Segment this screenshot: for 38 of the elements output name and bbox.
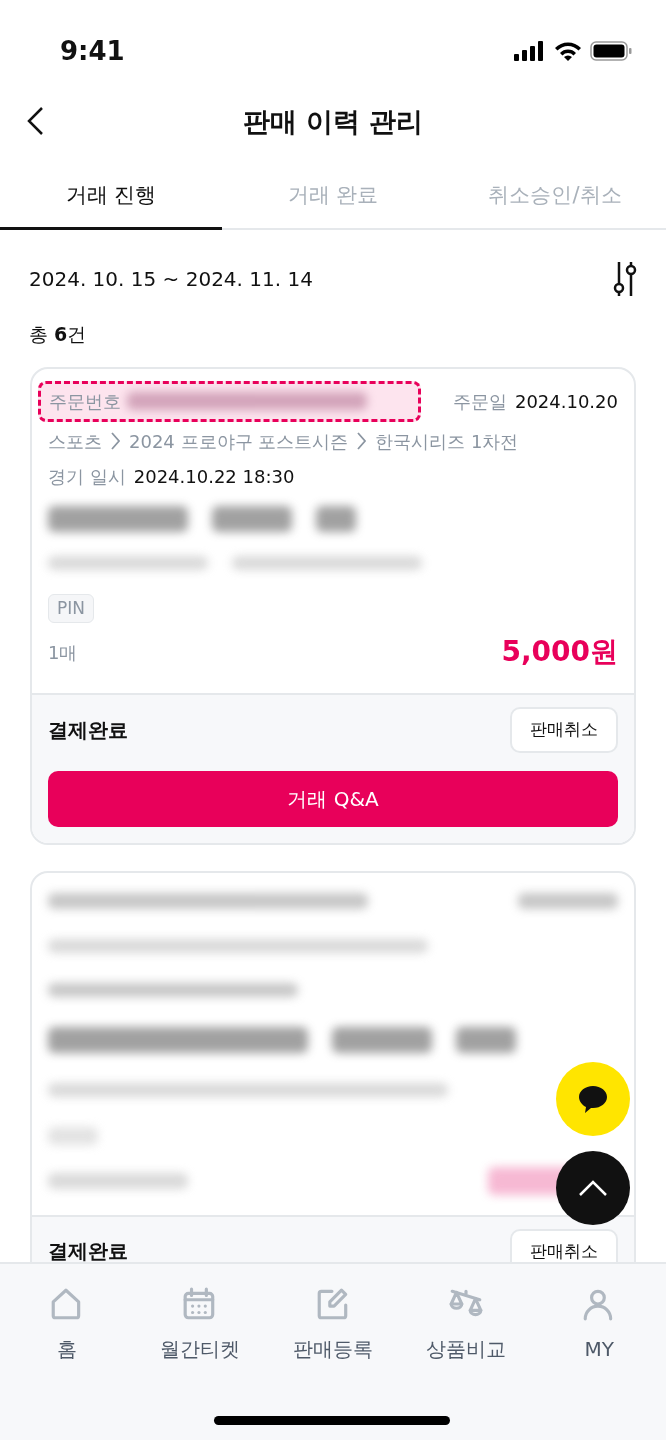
order-date: 2024.10.20	[514, 389, 618, 414]
breadcrumb-item: 한국시리즈 1차전	[375, 429, 519, 454]
page-title: 판매 이력 관리	[242, 105, 424, 140]
order-date-label: 주문일	[452, 389, 507, 414]
blurred-text	[456, 1026, 516, 1053]
date-range: 2024. 10. 15 ~ 2024. 11. 14	[29, 266, 313, 293]
nav-item[interactable]: 판매등록	[272, 1286, 393, 1440]
chevron-right-icon	[356, 431, 368, 451]
chat-icon	[577, 1084, 609, 1114]
battery-icon	[590, 41, 632, 61]
status-time: 9:41	[60, 34, 125, 68]
order-number-label: 주문번호	[49, 389, 121, 414]
game-time: 2024.10.22 18:30	[133, 464, 295, 489]
qa-button[interactable]: 거래 Q&A	[48, 770, 618, 827]
chevron-right-icon	[110, 431, 121, 451]
cancel-sale-button[interactable]: 판매취소	[510, 707, 618, 753]
wifi-icon	[554, 41, 582, 61]
blurred-text	[48, 1126, 98, 1145]
filter-icon[interactable]	[612, 260, 638, 298]
total-count: 총 6건	[28, 322, 88, 347]
ticket-type-tag: PIN	[48, 593, 94, 623]
nav-item[interactable]: 월간티켓	[139, 1286, 260, 1440]
breadcrumb-item: 스포츠	[48, 429, 102, 454]
tab[interactable]: 거래 진행	[0, 165, 222, 230]
nav-item[interactable]: MY	[539, 1286, 660, 1440]
price: 5,000원	[501, 634, 618, 670]
ticket-quantity: 1매	[48, 640, 78, 665]
payment-status: 결제완료	[48, 716, 128, 744]
nav-item[interactable]: 상품비교	[406, 1286, 527, 1440]
chevron-up-icon	[578, 1179, 608, 1197]
cancel-sale-button[interactable]: 판매취소	[510, 1228, 618, 1262]
payment-status: 결제완료	[48, 1238, 128, 1262]
game-time-label: 경기 일시	[48, 464, 126, 489]
blurred-text	[316, 505, 356, 532]
signal-icon	[514, 41, 546, 61]
back-icon[interactable]	[26, 106, 46, 136]
nav-item[interactable]: 홈	[6, 1286, 127, 1440]
breadcrumb-item: 2024 프로야구 포스트시즌	[129, 429, 349, 454]
